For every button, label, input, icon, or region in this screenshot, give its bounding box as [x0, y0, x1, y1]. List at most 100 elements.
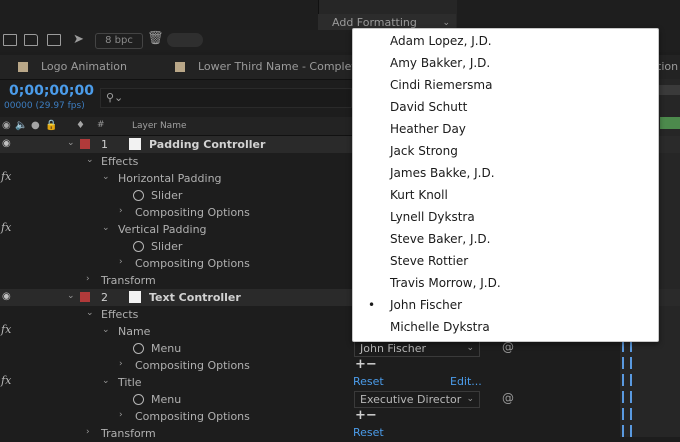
- compositing-options[interactable]: › Compositing Options: [0, 357, 680, 374]
- keyframe-marker[interactable]: [622, 374, 632, 386]
- chevron-right-icon[interactable]: ›: [86, 274, 90, 284]
- property-menu[interactable]: Menu: [0, 391, 680, 408]
- trash-icon[interactable]: 🗑: [147, 31, 164, 46]
- title-menu-select[interactable]: Executive Director ⌄: [354, 391, 480, 408]
- dropdown-option[interactable]: David Schutt: [353, 96, 658, 118]
- add-remove-buttons[interactable]: +−: [355, 357, 377, 372]
- audio-icon[interactable]: 🔈: [15, 120, 27, 131]
- select-value: John Fischer: [360, 342, 427, 355]
- chevron-right-icon[interactable]: ›: [119, 206, 123, 216]
- chevron-right-icon[interactable]: ›: [119, 257, 123, 267]
- property-menu[interactable]: Menu: [0, 340, 680, 357]
- new-composition-icon[interactable]: [47, 34, 61, 46]
- add-remove-buttons[interactable]: +−: [355, 408, 377, 423]
- keyframe-marker[interactable]: [622, 391, 632, 403]
- transform-label: Transform: [101, 274, 156, 287]
- edit-link[interactable]: Edit...: [450, 375, 482, 388]
- dropdown-option[interactable]: Steve Rottier: [353, 250, 658, 272]
- chevron-down-icon[interactable]: ⌄: [102, 325, 110, 335]
- label-color-swatch[interactable]: [80, 139, 90, 149]
- chevron-down-icon[interactable]: ⌄: [67, 138, 75, 148]
- dropdown-option-label: Michelle Dykstra: [390, 320, 490, 334]
- dropdown-option[interactable]: • John Fischer: [353, 294, 658, 316]
- dropdown-option[interactable]: Michelle Dykstra: [353, 316, 658, 338]
- chevron-down-icon[interactable]: ⌄: [102, 172, 110, 182]
- chevron-right-icon[interactable]: ›: [119, 359, 123, 369]
- dropdown-option-label: Lynell Dykstra: [390, 210, 475, 224]
- tab-label: tion: [657, 60, 679, 73]
- fx-icon[interactable]: fx: [1, 221, 11, 234]
- reset-link[interactable]: Reset: [353, 375, 384, 388]
- compositing-label: Compositing Options: [135, 410, 250, 423]
- select-value: Executive Director: [360, 393, 462, 406]
- dropdown-option[interactable]: James Bakke, J.D.: [353, 162, 658, 184]
- dropdown-option[interactable]: Steve Baker, J.D.: [353, 228, 658, 250]
- compositing-label: Compositing Options: [135, 257, 250, 270]
- eye-icon[interactable]: ◉: [2, 138, 11, 149]
- layer-search-input[interactable]: [100, 88, 352, 108]
- timeline-marker: [660, 117, 680, 129]
- stopwatch-icon[interactable]: [133, 343, 144, 354]
- label-color-swatch[interactable]: [80, 292, 90, 302]
- property-name: Slider: [151, 189, 183, 202]
- chevron-down-icon[interactable]: ⌄: [67, 291, 75, 301]
- eye-icon[interactable]: ◉: [2, 120, 11, 131]
- effect-title-menu[interactable]: fx ⌄ Title: [0, 374, 680, 391]
- fx-icon[interactable]: fx: [1, 323, 11, 336]
- layer-name-column[interactable]: Layer Name: [132, 121, 187, 131]
- frame-rate-display: 00000 (29.97 fps): [4, 101, 85, 111]
- eye-icon[interactable]: ◉: [2, 291, 11, 302]
- tab-logo-animation[interactable]: Logo Animation: [18, 55, 127, 79]
- search-pill[interactable]: [167, 33, 203, 47]
- fx-icon[interactable]: fx: [1, 170, 11, 183]
- timeline-work-area[interactable]: [657, 85, 680, 95]
- reset-link[interactable]: Reset: [353, 426, 384, 439]
- effect-name: Horizontal Padding: [118, 172, 222, 185]
- layer-name[interactable]: Padding Controller: [149, 138, 265, 151]
- current-time-display[interactable]: 0;00;00;00: [9, 83, 94, 99]
- color-depth-button[interactable]: 8 bpc: [95, 33, 143, 49]
- dropdown-option[interactable]: Amy Bakker, J.D.: [353, 52, 658, 74]
- tab-partial[interactable]: tion: [657, 55, 678, 79]
- compositing-options[interactable]: › Compositing Options: [0, 408, 680, 425]
- dropdown-option[interactable]: Travis Morrow, J.D.: [353, 272, 658, 294]
- name-menu-select[interactable]: John Fischer ⌄: [354, 340, 480, 357]
- stopwatch-icon[interactable]: [133, 394, 144, 405]
- transform-group[interactable]: › Transform: [0, 425, 680, 442]
- new-folder-icon[interactable]: [24, 34, 38, 46]
- property-name: Slider: [151, 240, 183, 253]
- dropdown-option[interactable]: Lynell Dykstra: [353, 206, 658, 228]
- compositing-label: Compositing Options: [135, 359, 250, 372]
- tab-lower-third-name[interactable]: Lower Third Name - Complete: [175, 55, 362, 79]
- solo-icon[interactable]: ●: [31, 120, 40, 131]
- dropdown-option[interactable]: Adam Lopez, J.D.: [353, 30, 658, 52]
- stopwatch-icon[interactable]: [133, 241, 144, 252]
- dropdown-option-label: Steve Rottier: [390, 254, 469, 268]
- dropdown-option[interactable]: Jack Strong: [353, 140, 658, 162]
- fx-icon[interactable]: fx: [1, 374, 11, 387]
- chevron-down-icon[interactable]: ⌄: [102, 223, 110, 233]
- tab-color-swatch: [18, 62, 28, 72]
- chevron-down-icon[interactable]: ⌄: [102, 376, 110, 386]
- keyframe-marker[interactable]: [622, 425, 632, 437]
- dropdown-option[interactable]: Cindi Riemersma: [353, 74, 658, 96]
- interpret-footage-icon[interactable]: [3, 34, 17, 46]
- flowchart-icon[interactable]: ➤: [73, 32, 84, 47]
- dropdown-option[interactable]: Heather Day: [353, 118, 658, 140]
- layer-name[interactable]: Text Controller: [149, 291, 241, 304]
- expression-pickwhip-icon[interactable]: @: [502, 340, 514, 354]
- chevron-down-icon[interactable]: ⌄: [86, 155, 94, 165]
- keyframe-marker[interactable]: [622, 357, 632, 369]
- label-tag-icon[interactable]: ♦: [76, 120, 85, 131]
- dropdown-option[interactable]: Kurt Knoll: [353, 184, 658, 206]
- chevron-right-icon[interactable]: ›: [119, 410, 123, 420]
- chevron-right-icon[interactable]: ›: [86, 427, 90, 437]
- dropdown-option-label: Amy Bakker, J.D.: [390, 56, 491, 70]
- expression-pickwhip-icon[interactable]: @: [502, 391, 514, 405]
- layer-number: 2: [101, 291, 108, 304]
- keyframe-marker[interactable]: [622, 408, 632, 420]
- stopwatch-icon[interactable]: [133, 190, 144, 201]
- lock-icon[interactable]: 🔒: [45, 120, 57, 131]
- chevron-down-icon[interactable]: ⌄: [86, 308, 94, 318]
- dropdown-option-label: Kurt Knoll: [390, 188, 448, 202]
